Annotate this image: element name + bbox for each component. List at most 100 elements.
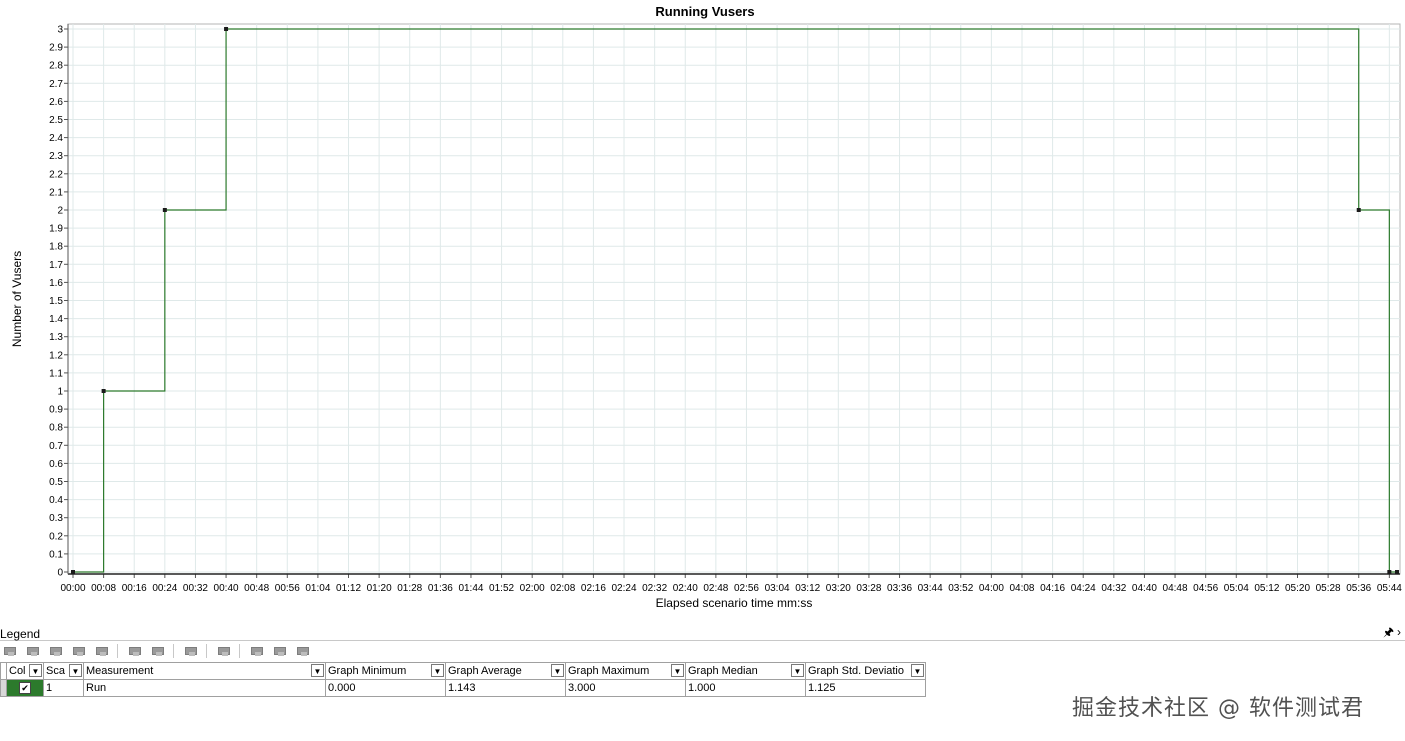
column-header-graph-median[interactable]: Graph Median ▼ [685, 662, 806, 680]
legend-toolbar [2, 642, 318, 660]
x-tick-label: 00:56 [275, 583, 300, 594]
x-tick-label: 04:48 [1163, 583, 1188, 594]
chevron-down-icon[interactable]: ▼ [911, 664, 924, 677]
chevron-down-icon[interactable]: ▼ [551, 664, 564, 677]
grid-layer [68, 24, 1400, 574]
column-header-scale[interactable]: Sca ▼ [43, 662, 84, 680]
configure-measurement-icon[interactable] [127, 645, 141, 657]
y-tick-label: 0.3 [49, 513, 63, 524]
column-header-color[interactable]: Col ▼ [6, 662, 44, 680]
legend-table: Col ▼ Sca ▼ Measurement ▼ Graph Minimum ▼ Gr… [0, 662, 926, 697]
y-tick-label: 1.1 [49, 368, 63, 379]
y-tick-label: 0 [57, 568, 63, 579]
x-tick-label: 02:40 [673, 583, 698, 594]
x-tick-label: 01:52 [489, 583, 514, 594]
chevron-down-icon[interactable]: ▼ [311, 664, 324, 677]
export-icon[interactable] [295, 645, 309, 657]
y-tick-label: 1.9 [49, 224, 63, 235]
y-tick-label: 1.8 [49, 242, 63, 253]
legend-title: Legend [0, 627, 41, 641]
x-tick-label: 00:16 [122, 583, 147, 594]
graph-median-cell: 1.000 [685, 679, 806, 697]
x-tick-label: 03:20 [826, 583, 851, 594]
y-tick-label: 2.1 [49, 187, 63, 198]
data-point-marker [1395, 570, 1399, 574]
y-tick-label: 2.9 [49, 43, 63, 54]
scale-cell: 1 [43, 679, 84, 697]
data-point-marker [71, 570, 75, 574]
plot-frame [67, 23, 1401, 575]
toolbar-separator [117, 644, 118, 658]
chevron-down-icon[interactable]: ▼ [69, 664, 82, 677]
x-tick-label: 00:32 [183, 583, 208, 594]
x-tick-label: 04:16 [1040, 583, 1065, 594]
x-tick-label: 04:32 [1101, 583, 1126, 594]
y-tick-label: 2.6 [49, 97, 63, 108]
x-tick-label: 03:04 [765, 583, 790, 594]
pin-icon[interactable]: 🖈 [1383, 626, 1394, 638]
legend-header: Legend 🖈 › [0, 622, 1405, 641]
show-measurement-description-icon[interactable] [150, 645, 164, 657]
animate-icon[interactable] [183, 645, 197, 657]
graph-std-deviation-cell: 1.125 [805, 679, 926, 697]
x-tick-label: 00:40 [214, 583, 239, 594]
y-tick-label: 2.2 [49, 169, 63, 180]
data-point-marker [224, 27, 229, 31]
x-axis-title: Elapsed scenario time mm:ss [656, 596, 813, 610]
y-tick-label: 2.4 [49, 133, 63, 144]
y-axis-title: Number of Vusers [10, 251, 24, 347]
show-all-icon[interactable] [25, 645, 39, 657]
x-tick-label: 05:36 [1346, 583, 1371, 594]
x-tick-label: 00:00 [60, 583, 85, 594]
x-tick-label: 04:40 [1132, 583, 1157, 594]
x-tick-label: 02:56 [734, 583, 759, 594]
columns-icon[interactable] [216, 645, 230, 657]
y-tick-label: 0.8 [49, 423, 63, 434]
x-tick-label: 00:48 [244, 583, 269, 594]
x-tick-label: 03:12 [795, 583, 820, 594]
link-icon[interactable] [71, 645, 85, 657]
series-color-cell[interactable]: ✔ [6, 679, 44, 697]
close-icon[interactable]: › [1397, 626, 1401, 638]
graph-minimum-cell: 0.000 [325, 679, 446, 697]
tick-layer: 0 0.1 0.2 0.3 0.4 0.5 0.6 0.7 0.8 0.9 1 1.1 1.2 1.3 1.… [49, 24, 1402, 594]
column-header-graph-average[interactable]: Graph Average ▼ [445, 662, 566, 680]
legend-panel: Legend 🖈 › Col ▼ Sca ▼ Measurement ▼ Gra… [0, 618, 1405, 741]
toolbar-separator [206, 644, 207, 658]
chevron-down-icon[interactable]: ▼ [29, 664, 42, 677]
data-point-marker [1356, 208, 1361, 212]
chevron-down-icon[interactable]: ▼ [431, 664, 444, 677]
visibility-checkbox[interactable]: ✔ [19, 682, 31, 694]
x-tick-label: 05:12 [1254, 583, 1279, 594]
y-tick-label: 1.2 [49, 350, 63, 361]
hide-selected-icon[interactable] [48, 645, 62, 657]
chevron-down-icon[interactable]: ▼ [791, 664, 804, 677]
column-header-graph-minimum[interactable]: Graph Minimum ▼ [325, 662, 446, 680]
table-row[interactable]: ✔ 1 Run 0.000 1.143 3.000 1.000 1.125 [0, 679, 926, 697]
legend-header-row: Col ▼ Sca ▼ Measurement ▼ Graph Minimum ▼ Gr… [0, 662, 926, 680]
x-tick-label: 03:28 [856, 583, 881, 594]
column-header-graph-std-deviation[interactable]: Graph Std. Deviatio ▼ [805, 662, 926, 680]
y-tick-label: 0.2 [49, 531, 63, 542]
graph-average-cell: 1.143 [445, 679, 566, 697]
data-point-marker [162, 208, 167, 212]
web-page-diagnostics-icon[interactable] [272, 645, 286, 657]
column-header-graph-maximum[interactable]: Graph Maximum ▼ [565, 662, 686, 680]
x-tick-label: 05:04 [1224, 583, 1249, 594]
chevron-down-icon[interactable]: ▼ [671, 664, 684, 677]
y-tick-label: 0.9 [49, 405, 63, 416]
y-tick-label: 1.4 [49, 314, 63, 325]
auto-correlate-icon[interactable] [249, 645, 263, 657]
y-tick-label: 2 [57, 206, 63, 217]
y-tick-label: 0.5 [49, 477, 63, 488]
x-tick-label: 01:12 [336, 583, 361, 594]
x-tick-label: 02:24 [612, 583, 637, 594]
x-tick-label: 05:44 [1377, 583, 1402, 594]
y-tick-label: 1.3 [49, 332, 63, 343]
x-tick-label: 04:00 [979, 583, 1004, 594]
column-header-measurement[interactable]: Measurement ▼ [83, 662, 326, 680]
running-vusers-chart: Running Vusers Number of Vusers Elapsed … [10, 4, 1402, 610]
show-only-selected-icon[interactable] [2, 645, 16, 657]
x-tick-label: 01:20 [367, 583, 392, 594]
filter-icon[interactable] [94, 645, 108, 657]
